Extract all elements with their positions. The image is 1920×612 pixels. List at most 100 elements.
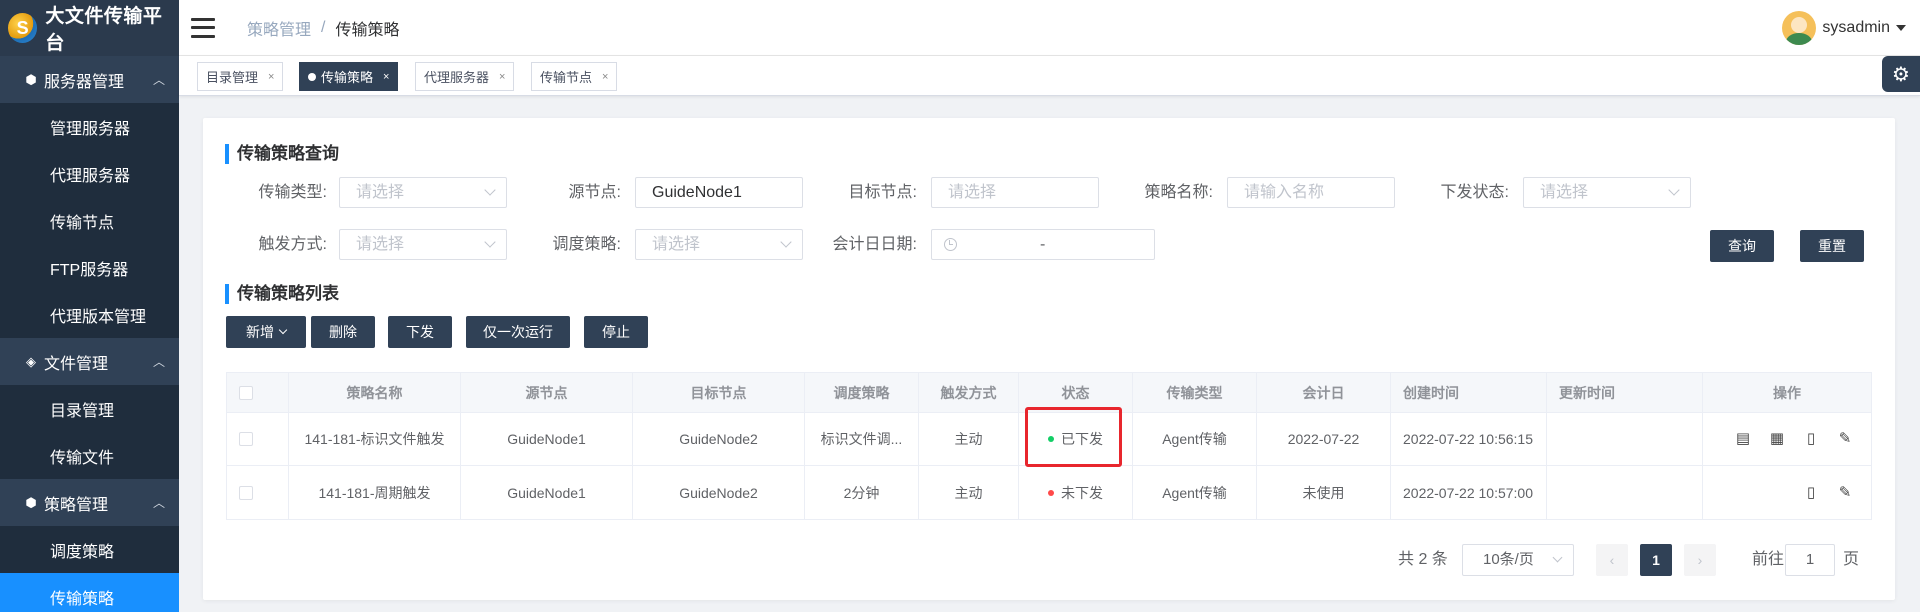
sidebar-item-manage-server[interactable]: 管理服务器 xyxy=(0,103,179,150)
row-checkbox[interactable] xyxy=(239,432,253,446)
navbar: 策略管理 / 传输策略 sysadmin xyxy=(179,0,1920,56)
app-title: 大文件传输平台 xyxy=(45,6,163,54)
breadcrumb-item[interactable]: 策略管理 xyxy=(247,16,311,40)
notebook-icon[interactable]: ▯ xyxy=(1803,484,1819,501)
col-header: 会计日 xyxy=(1257,373,1391,412)
close-icon[interactable]: × xyxy=(383,71,389,83)
username[interactable]: sysadmin xyxy=(1822,19,1890,37)
user-menu[interactable]: sysadmin xyxy=(1782,11,1906,45)
file-settings-icon[interactable]: ▤ xyxy=(1735,431,1751,447)
cell-source: GuideNode1 xyxy=(461,413,633,465)
tags-view: 目录管理 × 传输策略 × 代理服务器 × 传输节点 × xyxy=(179,56,1920,96)
tag-transfer-policy[interactable]: 传输策略 × xyxy=(299,62,399,91)
table-row[interactable]: 141-181-周期触发 GuideNode1 GuideNode2 2分钟 主… xyxy=(227,466,1871,519)
highlight-box xyxy=(1025,407,1122,467)
tag-proxy-server[interactable]: 代理服务器 × xyxy=(415,62,515,91)
col-header: 触发方式 xyxy=(919,373,1019,412)
tag-transfer-node[interactable]: 传输节点 × xyxy=(531,62,618,91)
trigger-mode-select[interactable]: 请选择 xyxy=(339,229,507,260)
next-page-button[interactable]: › xyxy=(1684,544,1716,576)
page-size-value: 10条/页 xyxy=(1483,551,1534,568)
close-icon[interactable]: × xyxy=(268,71,274,83)
menu-group-label: 策略管理 xyxy=(44,496,109,514)
avatar[interactable] xyxy=(1782,11,1817,45)
status-dot-icon xyxy=(1048,489,1054,496)
goto-suffix: 页 xyxy=(1843,551,1860,568)
accounting-date-range[interactable]: - xyxy=(931,229,1155,260)
run-once-button[interactable]: 仅一次运行 xyxy=(466,316,570,348)
row-checkbox[interactable] xyxy=(239,485,253,500)
select-all-cell xyxy=(227,373,289,412)
chevron-right-icon: › xyxy=(1697,552,1703,568)
trigger-mode-label: 触发方式: xyxy=(258,236,327,253)
breadcrumb-current: 传输策略 xyxy=(335,21,400,39)
sidebar-item-transfer-file[interactable]: 传输文件 xyxy=(0,432,179,479)
select-all-checkbox[interactable] xyxy=(239,385,253,400)
issue-status-select[interactable]: 请选择 xyxy=(1523,177,1691,208)
page-number-current[interactable]: 1 xyxy=(1640,544,1672,576)
main-card: 传输策略查询 传输类型: 请选择 源节点: GuideNode1 目标节点: 请… xyxy=(203,118,1895,600)
sidebar-item-transfer-policy[interactable]: 传输策略 xyxy=(0,573,179,612)
chevron-down-icon xyxy=(1552,552,1563,563)
prev-page-button[interactable]: ‹ xyxy=(1596,544,1628,576)
menu-group-label: 文件管理 xyxy=(44,355,109,373)
sidebar-item-transfer-node[interactable]: 传输节点 xyxy=(0,197,179,244)
query-section-title: 传输策略查询 xyxy=(225,144,339,164)
cell-schedule: 标识文件调... xyxy=(805,413,919,465)
page-size-select[interactable]: 10条/页 xyxy=(1462,544,1574,576)
edit-icon[interactable]: ✎ xyxy=(1837,431,1853,447)
col-header: 创建时间 xyxy=(1391,373,1547,412)
cell-operations: ▤ ▦ ▯ ✎ xyxy=(1703,413,1871,465)
settings-gear-icon[interactable]: ⚙ xyxy=(1882,56,1920,92)
calendar-icon[interactable]: ▦ xyxy=(1769,431,1785,447)
cell-name: 141-181-标识文件触发 xyxy=(289,413,461,465)
reset-button[interactable]: 重置 xyxy=(1800,230,1864,262)
accounting-date-label: 会计日日期: xyxy=(832,236,917,253)
tag-directory[interactable]: 目录管理 × xyxy=(197,62,284,91)
close-icon[interactable]: × xyxy=(602,71,608,83)
transfer-type-select[interactable]: 请选择 xyxy=(339,177,507,208)
goto-page-input[interactable]: 1 xyxy=(1785,544,1835,576)
chevron-down-icon xyxy=(484,184,496,196)
menu-group-policy[interactable]: ⬢ 策略管理 ︿ xyxy=(0,479,179,526)
cell-status: 未下发 xyxy=(1019,466,1133,519)
search-button[interactable]: 查询 xyxy=(1710,230,1774,262)
target-node-input[interactable]: 请选择 xyxy=(931,177,1099,208)
status-text: 未下发 xyxy=(1061,484,1103,501)
add-button[interactable]: 新增 xyxy=(226,316,306,348)
col-header: 调度策略 xyxy=(805,373,919,412)
issue-button[interactable]: 下发 xyxy=(388,316,452,348)
menu-group-server[interactable]: ⬢ 服务器管理 ︿ xyxy=(0,56,179,103)
logo[interactable]: S 大文件传输平台 xyxy=(0,0,179,56)
goto-label: 前往 xyxy=(1752,551,1785,568)
menu-group-file[interactable]: ◈ 文件管理 ︿ xyxy=(0,338,179,385)
cell-type: Agent传输 xyxy=(1133,413,1257,465)
hamburger-icon[interactable] xyxy=(191,17,215,38)
edit-icon[interactable]: ✎ xyxy=(1837,484,1853,501)
schedule-policy-select[interactable]: 请选择 xyxy=(635,229,803,260)
stop-button[interactable]: 停止 xyxy=(584,316,648,348)
sidebar-item-ftp-server[interactable]: FTP服务器 xyxy=(0,244,179,291)
sidebar-item-directory[interactable]: 目录管理 xyxy=(0,385,179,432)
layers-icon: ◈ xyxy=(26,353,36,369)
sidebar-item-proxy-server[interactable]: 代理服务器 xyxy=(0,150,179,197)
cell-created: 2022-07-22 10:57:00 xyxy=(1391,466,1547,519)
col-header: 传输类型 xyxy=(1133,373,1257,412)
cell-updated xyxy=(1547,466,1703,519)
date-range-separator: - xyxy=(1040,236,1046,253)
close-icon[interactable]: × xyxy=(499,71,505,83)
tag-label: 目录管理 xyxy=(206,70,259,85)
sidebar-item-proxy-version[interactable]: 代理版本管理 xyxy=(0,291,179,338)
policy-name-input[interactable]: 请输入名称 xyxy=(1227,177,1395,208)
chevron-down-icon xyxy=(484,236,496,248)
delete-button[interactable]: 删除 xyxy=(311,316,375,348)
caret-down-icon[interactable] xyxy=(1896,25,1906,31)
add-button-label: 新增 xyxy=(246,324,274,340)
select-placeholder: 请选择 xyxy=(356,236,405,253)
menu-group-label: 服务器管理 xyxy=(44,73,125,91)
col-header: 更新时间 xyxy=(1547,373,1703,412)
chevron-up-icon: ︿ xyxy=(152,73,165,87)
sidebar-item-schedule-policy[interactable]: 调度策略 xyxy=(0,526,179,573)
source-node-input[interactable]: GuideNode1 xyxy=(635,177,803,208)
notebook-icon[interactable]: ▯ xyxy=(1803,431,1819,447)
